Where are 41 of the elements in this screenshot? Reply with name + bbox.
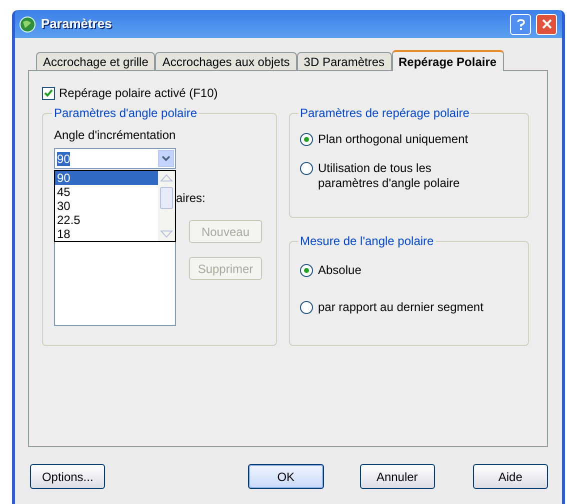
chevron-down-icon <box>162 156 170 161</box>
question-icon <box>516 18 524 30</box>
radio-label: Absolue <box>318 263 362 278</box>
radio-label: Utilisation de tous les paramètres d'angle polaire <box>318 161 461 191</box>
field-label: Angle d'incrémentation <box>54 127 177 144</box>
tab[interactable]: 3D Paramètres <box>296 52 392 70</box>
dialog-button[interactable]: Aide <box>472 464 548 489</box>
group-title: Paramètres de repérage polaire <box>299 105 470 122</box>
checkmark-icon <box>44 89 53 97</box>
checkbox-label: Repérage polaire activé (F10) <box>59 85 218 102</box>
combobox-value: 90 <box>57 152 70 166</box>
dropdown-option[interactable]: 22.5 <box>55 213 158 227</box>
close-icon <box>542 19 552 29</box>
group-title: Mesure de l'angle polaire <box>299 233 435 250</box>
field-label: aires: <box>176 190 206 207</box>
dropdown-option[interactable]: 18 <box>55 227 158 241</box>
radio-label: par rapport au dernier segment <box>318 300 484 315</box>
dropdown-option[interactable]: 90 <box>55 171 158 185</box>
close-button[interactable] <box>536 14 557 34</box>
tab[interactable]: Accrochages aux objets <box>155 52 297 70</box>
help-button[interactable] <box>510 14 531 34</box>
checkbox[interactable] <box>42 86 55 100</box>
globe-icon <box>19 16 36 32</box>
dropdown-option[interactable]: 30 <box>55 199 158 213</box>
dialog-button[interactable]: Annuler <box>360 464 435 489</box>
angle-combobox[interactable]: 90 <box>54 148 176 169</box>
dropdown-option[interactable]: 45 <box>55 185 158 199</box>
window-title: Paramètres <box>41 15 113 34</box>
scroll-thumb[interactable] <box>160 187 173 209</box>
scrollbar[interactable] <box>158 171 175 241</box>
radio-button[interactable] <box>300 264 313 277</box>
tab[interactable]: Repérage Polaire <box>392 50 504 71</box>
tab[interactable]: Accrochage et grille <box>36 52 156 70</box>
dialog-button[interactable]: Options... <box>30 464 106 489</box>
radio-button[interactable] <box>300 133 313 146</box>
radio-label: Plan orthogonal uniquement <box>318 132 470 147</box>
dropdown-button[interactable] <box>158 150 174 167</box>
dialog-button[interactable]: OK <box>248 464 324 489</box>
radio-button[interactable] <box>300 301 313 314</box>
group-title: Paramètres d'angle polaire <box>53 105 198 122</box>
radio-button[interactable] <box>300 162 313 175</box>
